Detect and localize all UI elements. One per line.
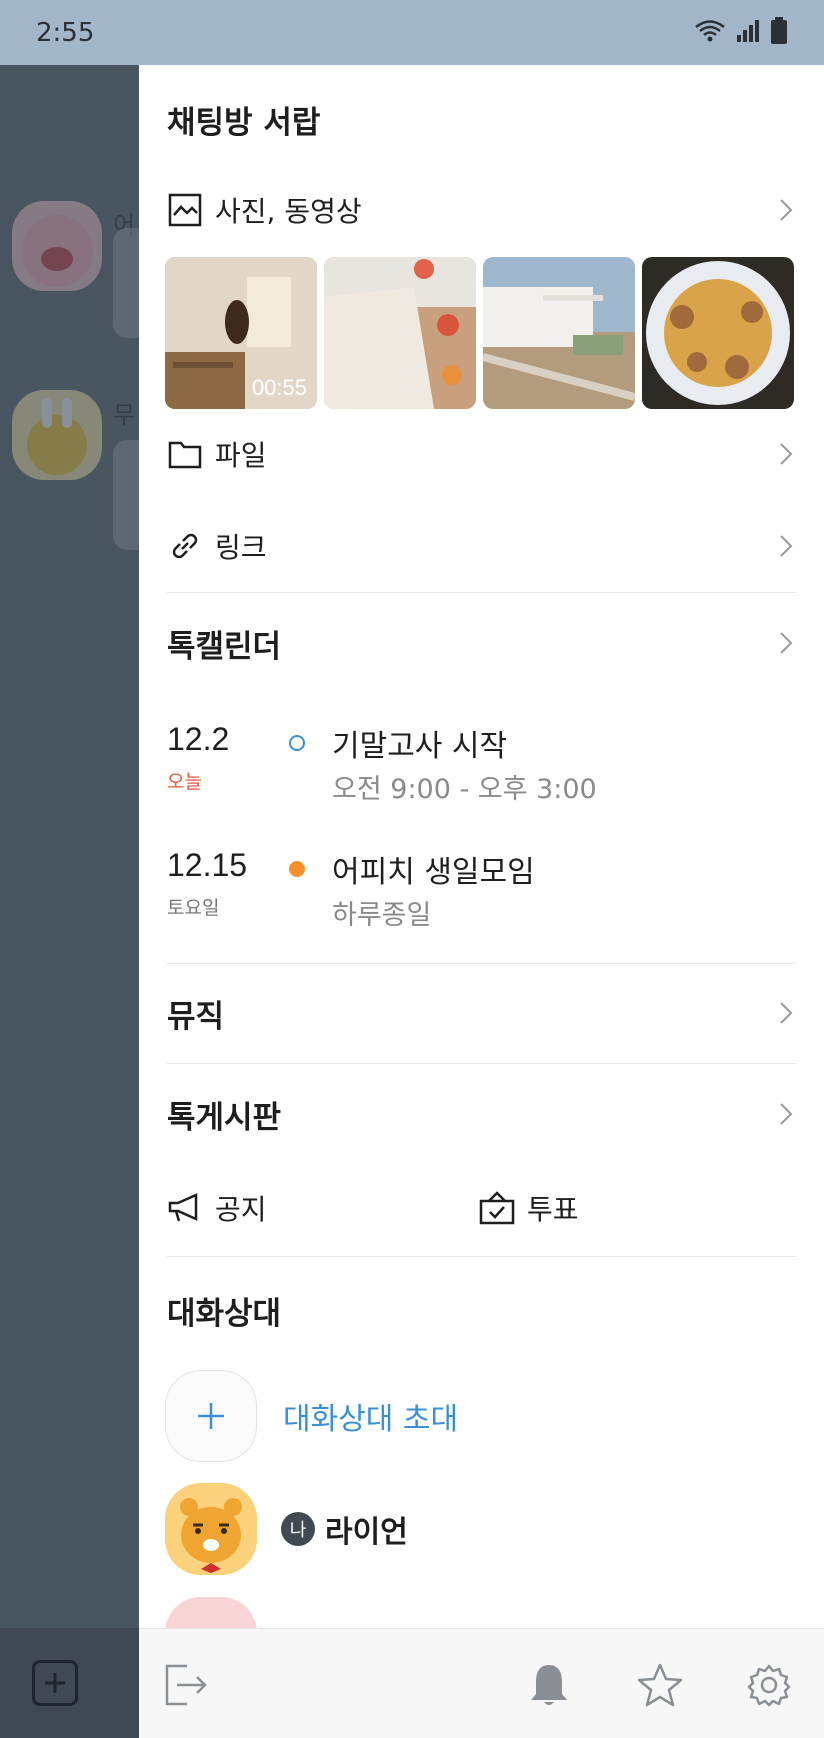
- chevron-right-icon: [776, 628, 796, 658]
- drawer-bottom-bar: [139, 1628, 824, 1738]
- link-label: 링크: [215, 531, 267, 564]
- divider: [167, 1063, 796, 1064]
- file-label: 파일: [215, 439, 267, 472]
- vote-label: 투표: [527, 1193, 579, 1226]
- file-row[interactable]: 파일: [167, 431, 796, 477]
- media-thumbnail[interactable]: [483, 257, 635, 409]
- event-title: 어피치 생일모임: [332, 855, 535, 890]
- signal-icon: [736, 18, 760, 48]
- chevron-right-icon: [776, 531, 796, 561]
- calendar-title: 톡캘린더: [167, 628, 282, 665]
- drawer-title: 채팅방 서랍: [167, 105, 321, 141]
- board-shortcuts: 공지 투표: [167, 1188, 796, 1238]
- chat-plus-button[interactable]: [32, 1660, 78, 1706]
- members-header: 대화상대: [167, 1287, 796, 1333]
- members-title: 대화상대: [167, 1295, 282, 1332]
- media-thumbnail[interactable]: 00:55: [165, 257, 317, 409]
- event-time: 오전 9:00 - 오후 3:00: [332, 774, 597, 805]
- chevron-right-icon: [776, 439, 796, 469]
- chat-sender-name: 무: [113, 401, 136, 429]
- media-thumbnail[interactable]: [324, 257, 476, 409]
- music-title: 뮤직: [167, 998, 225, 1035]
- star-icon[interactable]: [636, 1661, 684, 1709]
- vote-box-icon: [479, 1190, 515, 1226]
- board-row[interactable]: 톡게시판: [167, 1091, 796, 1137]
- link-icon: [167, 528, 203, 564]
- me-badge: 나: [281, 1512, 315, 1546]
- member-name: 라이언: [325, 1515, 408, 1550]
- media-row[interactable]: 사진, 동영상: [167, 187, 796, 233]
- divider: [167, 1256, 796, 1257]
- event-title: 기말고사 시작: [332, 729, 508, 764]
- gear-icon[interactable]: [745, 1661, 793, 1709]
- chat-drawer: 채팅방 서랍 사진, 동영상 00:55 파일 링크 톡캘린더 12.2 오늘 …: [139, 65, 824, 1738]
- event-date: 12.2: [167, 721, 230, 757]
- media-label: 사진, 동영상: [215, 195, 362, 228]
- music-row[interactable]: 뮤직: [167, 990, 796, 1036]
- event-day: 토요일: [167, 897, 220, 919]
- leave-chat-icon[interactable]: [163, 1661, 211, 1709]
- divider: [167, 592, 796, 593]
- event-day: 오늘: [167, 771, 202, 793]
- link-row[interactable]: 링크: [167, 523, 796, 569]
- status-icons: [694, 16, 788, 49]
- vote-button[interactable]: 투표: [479, 1188, 579, 1228]
- megaphone-icon: [167, 1190, 203, 1226]
- plus-icon: [165, 1370, 257, 1462]
- image-icon: [167, 192, 203, 228]
- chat-background: 어 무: [0, 65, 153, 1738]
- media-thumbnail[interactable]: [642, 257, 794, 409]
- bell-icon[interactable]: [525, 1661, 573, 1709]
- event-time: 하루종일: [332, 900, 432, 931]
- wifi-icon: [694, 18, 726, 48]
- board-title: 톡게시판: [167, 1099, 282, 1136]
- folder-icon: [167, 436, 203, 472]
- video-duration: 00:55: [251, 375, 307, 400]
- invite-label: 대화상대 초대: [283, 1402, 459, 1437]
- notice-label: 공지: [215, 1193, 267, 1226]
- chevron-right-icon: [776, 998, 796, 1028]
- status-bar: 2:55: [0, 0, 824, 65]
- battery-icon: [770, 16, 788, 49]
- chevron-right-icon: [776, 195, 796, 225]
- media-thumbnails: 00:55: [165, 257, 796, 409]
- invite-member-row[interactable]: 대화상대 초대: [165, 1370, 458, 1462]
- event-dot-icon: [289, 861, 305, 877]
- member-item[interactable]: 나 라이언: [165, 1483, 408, 1575]
- divider: [167, 963, 796, 964]
- calendar-header[interactable]: 톡캘린더: [167, 620, 796, 666]
- event-dot-icon: [289, 735, 305, 751]
- notice-button[interactable]: 공지: [167, 1188, 267, 1228]
- chevron-right-icon: [776, 1099, 796, 1129]
- status-time: 2:55: [36, 17, 95, 48]
- avatar: [165, 1483, 257, 1575]
- chat-avatar-apeach[interactable]: [12, 201, 102, 291]
- event-date: 12.15: [167, 847, 248, 883]
- chat-avatar-muzi[interactable]: [12, 390, 102, 480]
